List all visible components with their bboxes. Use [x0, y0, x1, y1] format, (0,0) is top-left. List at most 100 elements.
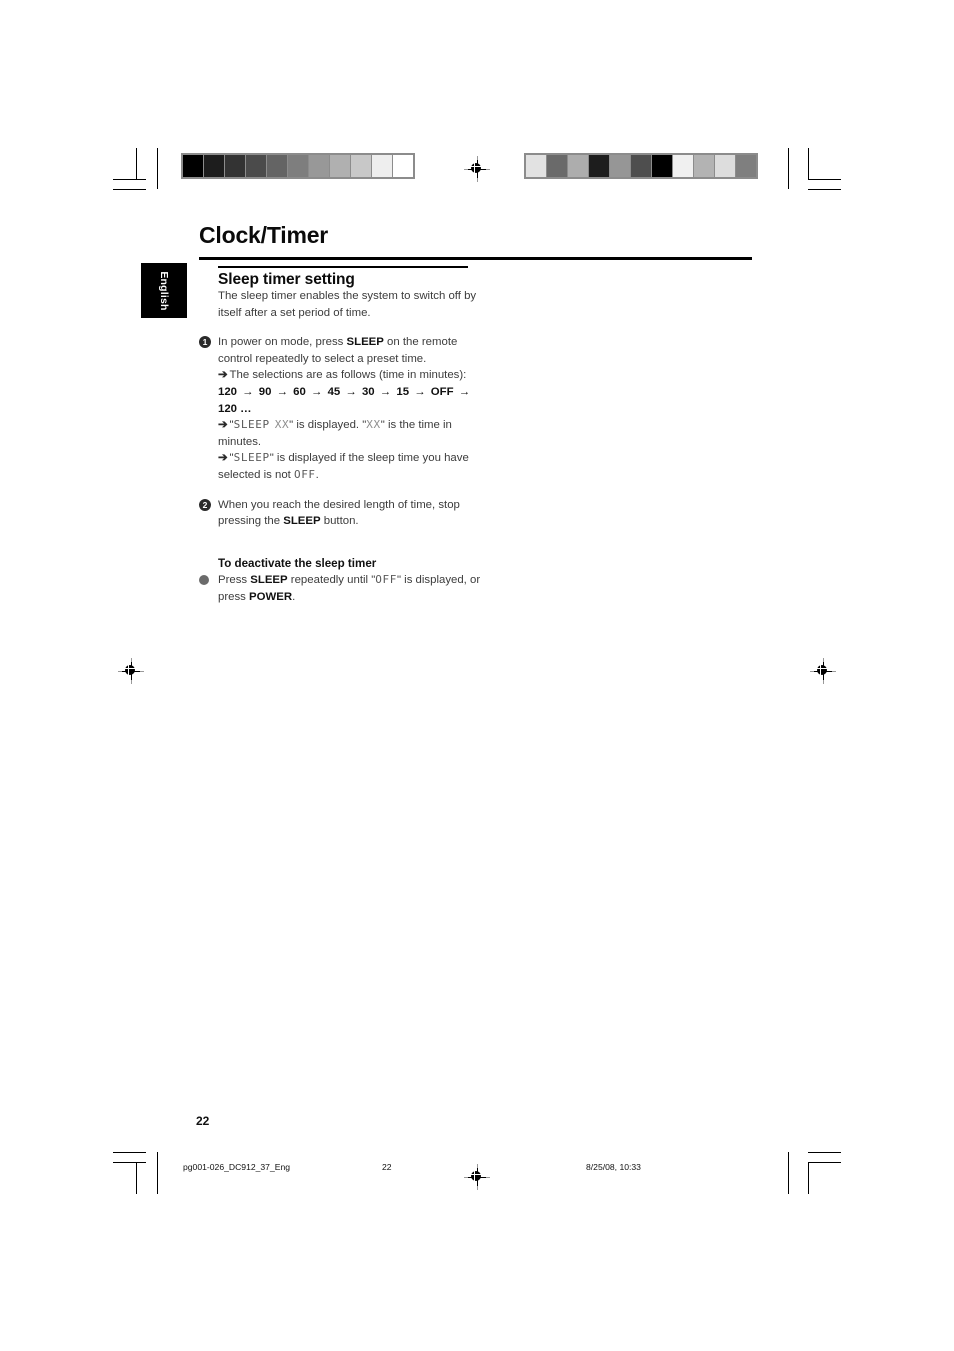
- color-swatch: [673, 155, 693, 177]
- colorbar-left: [181, 153, 415, 179]
- crop-mark-bottom-left-v: [136, 1162, 137, 1194]
- section-rule: [218, 266, 468, 268]
- arrow-icon: ➔: [218, 452, 228, 465]
- section-intro: The sleep timer enables the system to sw…: [218, 290, 477, 319]
- sequence-value: OFF: [430, 385, 454, 398]
- color-swatch: [246, 155, 266, 177]
- sequence-arrow-icon: →: [376, 385, 395, 398]
- deactivate-text-1: Press: [218, 574, 251, 587]
- color-swatch: [372, 155, 392, 177]
- color-swatch: [715, 155, 735, 177]
- sequence-arrow-icon: →: [411, 385, 429, 398]
- result-3: ➔ "SLEEP" is displayed if the sleep time …: [199, 450, 489, 483]
- lcd-display-value: XX: [274, 418, 290, 432]
- step-marker-2: 2: [199, 498, 211, 511]
- language-tab: English: [141, 263, 187, 318]
- color-swatch: [288, 155, 308, 177]
- sequence-arrow-icon: →: [273, 385, 292, 398]
- color-swatch: [547, 155, 567, 177]
- crop-mark-top-left-v2: [157, 148, 158, 189]
- lcd-display-sleep: SLEEP: [233, 418, 270, 432]
- color-swatch: [204, 155, 224, 177]
- sequence-ellipsis: …: [237, 402, 252, 415]
- color-swatch: [267, 155, 287, 177]
- deactivate-text-2: repeatedly until ": [287, 574, 376, 587]
- crop-mark-bottom-left-h: [113, 1152, 146, 1153]
- content-column: The sleep timer enables the system to sw…: [199, 288, 489, 606]
- sequence-arrow-icon: →: [307, 385, 326, 398]
- crop-mark-top-right-h2: [808, 189, 841, 190]
- crop-mark-bottom-left-v2: [157, 1152, 158, 1194]
- crop-mark-top-right-v: [808, 148, 809, 180]
- sequence-value: 45: [327, 385, 341, 398]
- sequence-value: 60: [293, 385, 306, 398]
- crop-mark-top-right-h: [808, 179, 841, 180]
- document-page: Clock/Timer English Sleep timer setting …: [0, 0, 954, 1351]
- crop-mark-top-left-v: [136, 148, 137, 180]
- color-swatch: [225, 155, 245, 177]
- crop-mark-top-right-v2: [788, 148, 789, 189]
- lcd-display-off: OFF: [293, 467, 316, 481]
- deactivate-heading: To deactivate the sleep timer: [218, 556, 377, 570]
- result-1: ➔ The selections are as follows (time in …: [199, 367, 489, 384]
- color-swatch: [736, 155, 756, 177]
- language-tab-label: English: [158, 270, 170, 311]
- sequence-arrow-icon: →: [239, 385, 257, 398]
- sequence-value: 15: [396, 385, 410, 398]
- title-rule: [199, 257, 752, 260]
- lcd-display-value-2: XX: [366, 418, 381, 432]
- crop-mark-bottom-right-v2: [788, 1152, 789, 1194]
- crop-mark-bottom-right-h2: [808, 1162, 841, 1163]
- sequence-value: 120: [218, 402, 238, 415]
- deactivate-bold-power: POWER: [249, 590, 293, 603]
- lcd-display-off-2: OFF: [375, 573, 397, 587]
- crop-mark-bottom-right-v: [808, 1162, 809, 1194]
- sequence-value: 30: [361, 385, 375, 398]
- crop-mark-top-left-h2: [113, 189, 146, 190]
- step-2: 2 When you reach the desired length of t…: [199, 497, 489, 530]
- registration-mark-left: [118, 658, 144, 684]
- step-2-text-after: button.: [320, 515, 359, 528]
- result-2-mid: is displayed. ": [293, 419, 367, 432]
- step-2-bold: SLEEP: [283, 515, 321, 528]
- page-number: 22: [196, 1114, 210, 1128]
- color-swatch: [393, 155, 413, 177]
- sequence-arrow-icon: →: [342, 385, 360, 398]
- footer-timestamp: 8/25/08, 10:33: [586, 1162, 641, 1172]
- color-swatch: [652, 155, 672, 177]
- crop-mark-top-left-h: [113, 179, 146, 180]
- color-swatch: [568, 155, 588, 177]
- registration-mark-right: [810, 658, 836, 684]
- registration-mark-bottom: [464, 1164, 490, 1190]
- color-swatch: [589, 155, 609, 177]
- sequence-value: 120: [218, 385, 238, 398]
- color-swatch: [351, 155, 371, 177]
- color-swatch: [610, 155, 630, 177]
- crop-mark-bottom-left-h2: [113, 1162, 146, 1163]
- result-1-text: The selections are as follows (time in m…: [229, 369, 467, 382]
- deactivate-bullet: Press SLEEP repeatedly until "OFF" is di…: [199, 572, 489, 605]
- sequence-items: 120 → 90 → 60 → 45 → 30 → 15 → OFF → 120…: [218, 386, 472, 415]
- page-title: Clock/Timer: [199, 222, 329, 248]
- step-1-bold: SLEEP: [346, 336, 384, 349]
- color-swatch: [330, 155, 350, 177]
- deactivate-bold-sleep: SLEEP: [250, 574, 288, 587]
- color-swatch: [631, 155, 651, 177]
- section-heading: Sleep timer setting: [218, 271, 355, 288]
- result-2: ➔ "SLEEP XX" is displayed. "XX" is the tim…: [199, 417, 489, 450]
- colorbar-right: [524, 153, 758, 179]
- arrow-icon: ➔: [218, 419, 228, 432]
- bullet-icon: [199, 575, 209, 586]
- preset-sequence: 120 → 90 → 60 → 45 → 30 → 15 → OFF → 120…: [199, 384, 489, 417]
- arrow-icon: ➔: [218, 369, 228, 382]
- color-swatch: [526, 155, 546, 177]
- step-1: 1 In power on mode, press SLEEP on the r…: [199, 334, 489, 367]
- crop-mark-bottom-right-h: [808, 1152, 841, 1153]
- footer-filename: pg001-026_DC912_37_Eng: [183, 1162, 291, 1172]
- color-swatch: [309, 155, 329, 177]
- result-3-period: .: [315, 468, 319, 481]
- color-swatch: [183, 155, 203, 177]
